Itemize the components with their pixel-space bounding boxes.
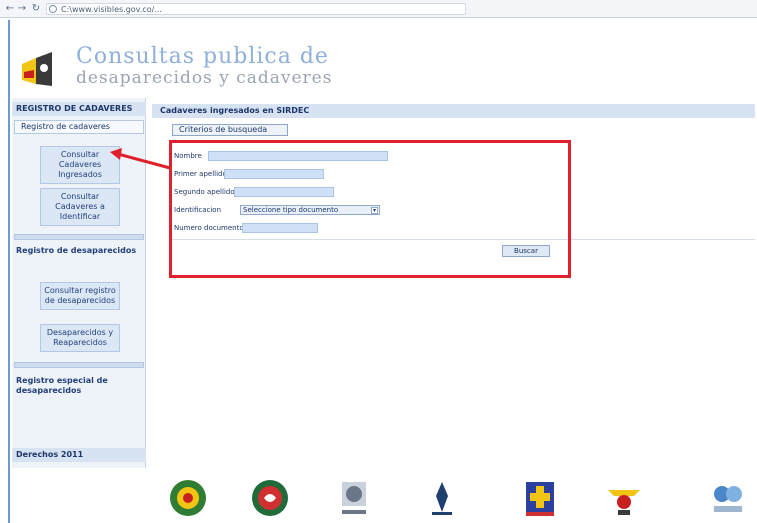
institution-logos: [152, 472, 757, 523]
consult-desaparecidos-button[interactable]: Consultar registro de desaparecidos: [40, 282, 120, 310]
ombudsman-logo: [526, 482, 554, 516]
sidebar-footer: Derechos 2011: [12, 448, 146, 462]
sidebar-divider: [14, 362, 144, 368]
site-logo: [22, 52, 52, 86]
frame-border: [8, 20, 10, 523]
refresh-icon[interactable]: ↻: [30, 3, 42, 15]
consult-identificar-button[interactable]: Consultar Cadaveres a Identificar: [40, 188, 120, 226]
national-police-logo: [170, 480, 206, 516]
forensic-institute-logo: [342, 482, 366, 514]
sidebar-section-cadaveres[interactable]: Registro de cadaveres: [14, 120, 144, 134]
highlight-arrow-icon: [110, 148, 171, 170]
sidebar-section-desaparecidos[interactable]: Registro de desaparecidos: [16, 246, 142, 256]
highlight-box: [169, 140, 571, 278]
site-subtitle: desaparecidos y cadaveres: [76, 68, 333, 88]
sidebar-section-especial[interactable]: Registro especial de desaparecidos: [16, 376, 142, 396]
reaparecidos-button[interactable]: Desaparecidos y Reaparecidos: [40, 324, 120, 352]
sidebar-heading: REGISTRO DE CADAVERES: [12, 102, 146, 116]
address-text: C:\www.visibles.gov.co/...: [61, 5, 162, 14]
tab-criterios[interactable]: Criterios de busqueda: [172, 124, 288, 136]
sidebar-divider: [14, 234, 144, 240]
globe-icon: [49, 5, 57, 13]
registry-logo: [714, 486, 742, 512]
prosecutor-logo: [432, 482, 452, 515]
page-title: Cadaveres ingresados en SIRDEC: [152, 104, 755, 118]
address-bar[interactable]: C:\www.visibles.gov.co/...: [46, 3, 466, 15]
back-icon[interactable]: ←: [4, 3, 16, 15]
site-header: Consultas publica de desaparecidos y cad…: [8, 22, 753, 94]
site-title: Consultas publica de: [76, 44, 329, 69]
forward-icon[interactable]: →: [16, 3, 28, 15]
army-logo: [608, 490, 640, 515]
health-ministry-logo: [252, 480, 288, 516]
browser-toolbar: ← → ↻ C:\www.visibles.gov.co/...: [0, 0, 757, 18]
